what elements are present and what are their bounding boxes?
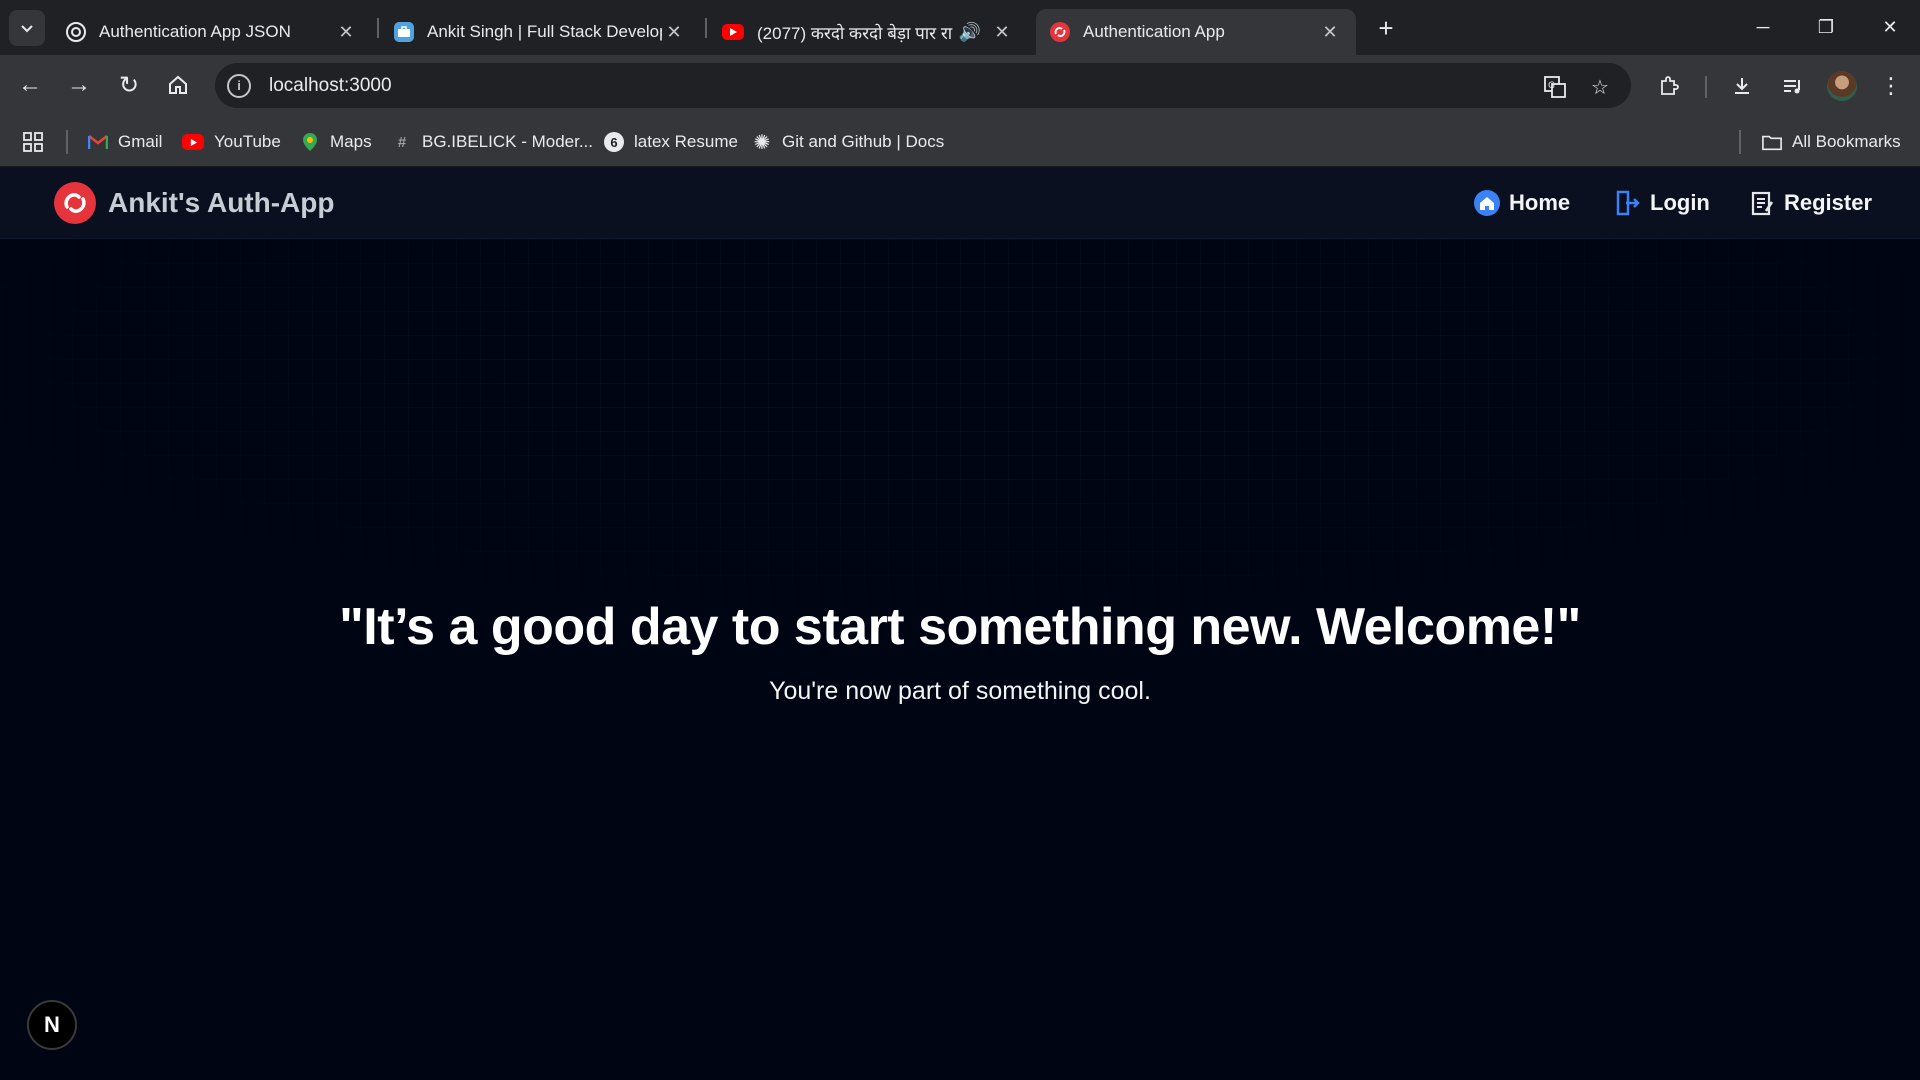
nav-label: Login xyxy=(1650,190,1710,215)
browser-toolbar: ← → ↻ i localhost:3000 G ☆ ⋮ xyxy=(0,55,1920,117)
toolbar-divider xyxy=(1705,76,1707,98)
close-icon[interactable]: ✕ xyxy=(990,20,1014,44)
chevron-down-icon xyxy=(21,25,33,33)
tab-authentication-app[interactable]: Authentication App ✕ xyxy=(1036,9,1356,55)
close-icon[interactable]: ✕ xyxy=(1318,20,1342,44)
bookmark-git-github-docs[interactable]: ✺ Git and Github | Docs xyxy=(752,128,945,156)
svg-text:G: G xyxy=(1548,81,1555,91)
tab-divider xyxy=(377,18,379,38)
tab-title: Ankit Singh | Full Stack Develop xyxy=(427,22,662,41)
tab-title: (2077) करदो करदो बेड़ा पार रा xyxy=(757,23,953,43)
app-page: Ankit's Auth-App Home Login Register "It… xyxy=(0,167,1920,1080)
bookmark-label: BG.IBELICK - Moder... xyxy=(422,132,594,151)
tab-strip: Authentication App JSON ✕ Ankit Singh | … xyxy=(0,0,1920,55)
folder-icon xyxy=(1762,132,1782,152)
nextjs-dev-indicator[interactable]: N xyxy=(27,1000,77,1050)
tab-search-button[interactable] xyxy=(9,10,45,46)
briefcase-icon xyxy=(394,22,414,42)
profile-avatar[interactable] xyxy=(1827,71,1857,101)
gmail-icon xyxy=(88,132,108,152)
maps-icon xyxy=(300,132,320,152)
new-tab-button[interactable]: + xyxy=(1370,12,1402,44)
nav-home-link[interactable]: Home xyxy=(1473,185,1570,221)
app-navbar: Ankit's Auth-App Home Login Register xyxy=(0,167,1920,239)
back-button[interactable]: ← xyxy=(12,67,48,103)
home-button[interactable] xyxy=(160,67,196,103)
bookmark-label: YouTube xyxy=(214,132,281,151)
house-icon xyxy=(169,75,187,94)
hero-section: "It’s a good day to start something new.… xyxy=(0,597,1920,706)
youtube-icon xyxy=(182,134,204,150)
apps-grid-icon[interactable] xyxy=(22,128,44,156)
brand-name: Ankit's Auth-App xyxy=(108,187,335,218)
all-bookmarks-folder[interactable]: All Bookmarks xyxy=(1762,128,1901,156)
close-icon[interactable]: ✕ xyxy=(334,20,358,44)
home-icon xyxy=(1473,189,1501,217)
site-info-icon[interactable]: i xyxy=(227,73,251,98)
register-form-icon xyxy=(1748,189,1776,217)
browser-chrome: Authentication App JSON ✕ Ankit Singh | … xyxy=(0,0,1920,167)
close-icon[interactable]: ✕ xyxy=(662,20,686,44)
tab-title: Authentication App xyxy=(1083,22,1225,41)
bookmark-label: Git and Github | Docs xyxy=(782,132,945,151)
nav-login-link[interactable]: Login xyxy=(1614,185,1710,221)
hash-icon: # xyxy=(397,133,407,151)
gear-icon: ✺ xyxy=(753,131,771,154)
bookmark-label: All Bookmarks xyxy=(1792,132,1901,151)
bookmark-latex-resume[interactable]: 6 latex Resume xyxy=(604,128,738,156)
bookmark-star-icon[interactable]: ☆ xyxy=(1587,74,1613,100)
extensions-icon[interactable] xyxy=(1651,68,1687,104)
tab-divider xyxy=(705,18,707,38)
bookmark-label: latex Resume xyxy=(634,132,738,151)
background-grid xyxy=(0,239,1920,839)
bookmark-gmail[interactable]: Gmail xyxy=(88,128,162,156)
speaker-icon[interactable]: 🔊 xyxy=(958,20,982,44)
auth-app-icon xyxy=(1050,22,1070,42)
overleaf-icon: 6 xyxy=(604,132,624,152)
bookmark-divider xyxy=(66,130,68,154)
download-icon[interactable] xyxy=(1724,68,1760,104)
bookmark-divider xyxy=(1739,130,1741,154)
url-text: localhost:3000 xyxy=(269,74,392,96)
bookmark-bg-ibelick[interactable]: # BG.IBELICK - Moder... xyxy=(392,128,593,156)
media-control-icon[interactable] xyxy=(1774,68,1810,104)
forward-button[interactable]: → xyxy=(61,67,97,103)
bookmark-label: Maps xyxy=(330,132,372,151)
welcome-subline: You're now part of something cool. xyxy=(769,677,1151,705)
reload-button[interactable]: ↻ xyxy=(111,67,147,103)
tab-ankit-singh-portfolio[interactable]: Ankit Singh | Full Stack Develop ✕ xyxy=(380,9,700,55)
youtube-icon xyxy=(722,24,744,40)
translate-icon[interactable]: G xyxy=(1542,74,1568,100)
nav-register-link[interactable]: Register xyxy=(1748,185,1872,221)
tab-authentication-app-json[interactable]: Authentication App JSON ✕ xyxy=(52,9,372,55)
nav-label: Register xyxy=(1784,190,1873,215)
bookmark-label: Gmail xyxy=(118,132,163,151)
minimize-button[interactable]: ─ xyxy=(1741,8,1785,46)
auth-app-logo-icon xyxy=(54,182,96,224)
tab-youtube-video[interactable]: (2077) करदो करदो बेड़ा पार रा 🔊 ✕ xyxy=(708,9,1028,55)
nav-label: Home xyxy=(1509,190,1571,215)
chatgpt-icon xyxy=(66,22,86,42)
menu-kebab-icon[interactable]: ⋮ xyxy=(1873,68,1909,104)
bookmarks-bar: Gmail YouTube Maps # BG.IBELICK - Moder.… xyxy=(0,117,1920,167)
window-close-button[interactable]: ✕ xyxy=(1868,8,1912,46)
login-icon xyxy=(1614,189,1642,217)
restore-button[interactable]: ❐ xyxy=(1804,8,1848,46)
address-bar[interactable]: i localhost:3000 G ☆ xyxy=(215,63,1631,108)
bookmark-youtube[interactable]: YouTube xyxy=(182,128,281,156)
tab-title: Authentication App JSON xyxy=(99,22,291,41)
bookmark-maps[interactable]: Maps xyxy=(300,128,372,156)
brand-link[interactable]: Ankit's Auth-App xyxy=(54,181,334,225)
welcome-headline: "It’s a good day to start something new.… xyxy=(339,598,1581,656)
